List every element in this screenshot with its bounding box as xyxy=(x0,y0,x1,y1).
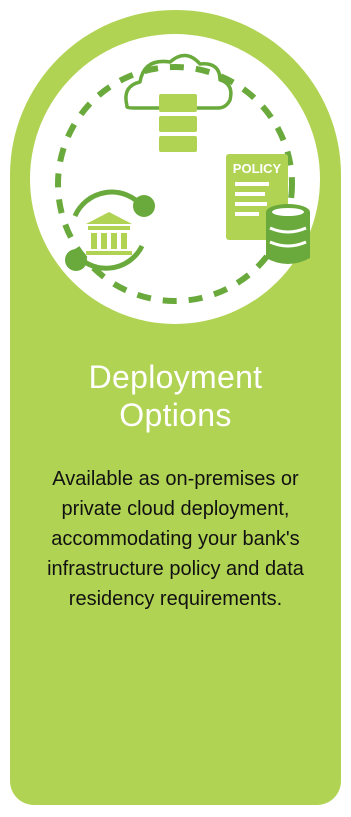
server-stack-icon xyxy=(159,94,197,152)
policy-label: POLICY xyxy=(233,161,282,176)
card-title-line2: Options xyxy=(119,397,232,433)
card-title: Deployment Options xyxy=(10,358,341,434)
bank-icon xyxy=(86,212,132,255)
sync-arrows-icon xyxy=(65,189,155,271)
card-title-line1: Deployment xyxy=(88,359,263,395)
deployment-illustration: POLICY xyxy=(55,53,310,304)
deployment-options-card: POLICY Deployment Options Available as o… xyxy=(10,10,341,805)
database-icon xyxy=(266,204,310,264)
card-description: Available as on-premises or private clou… xyxy=(47,468,304,610)
